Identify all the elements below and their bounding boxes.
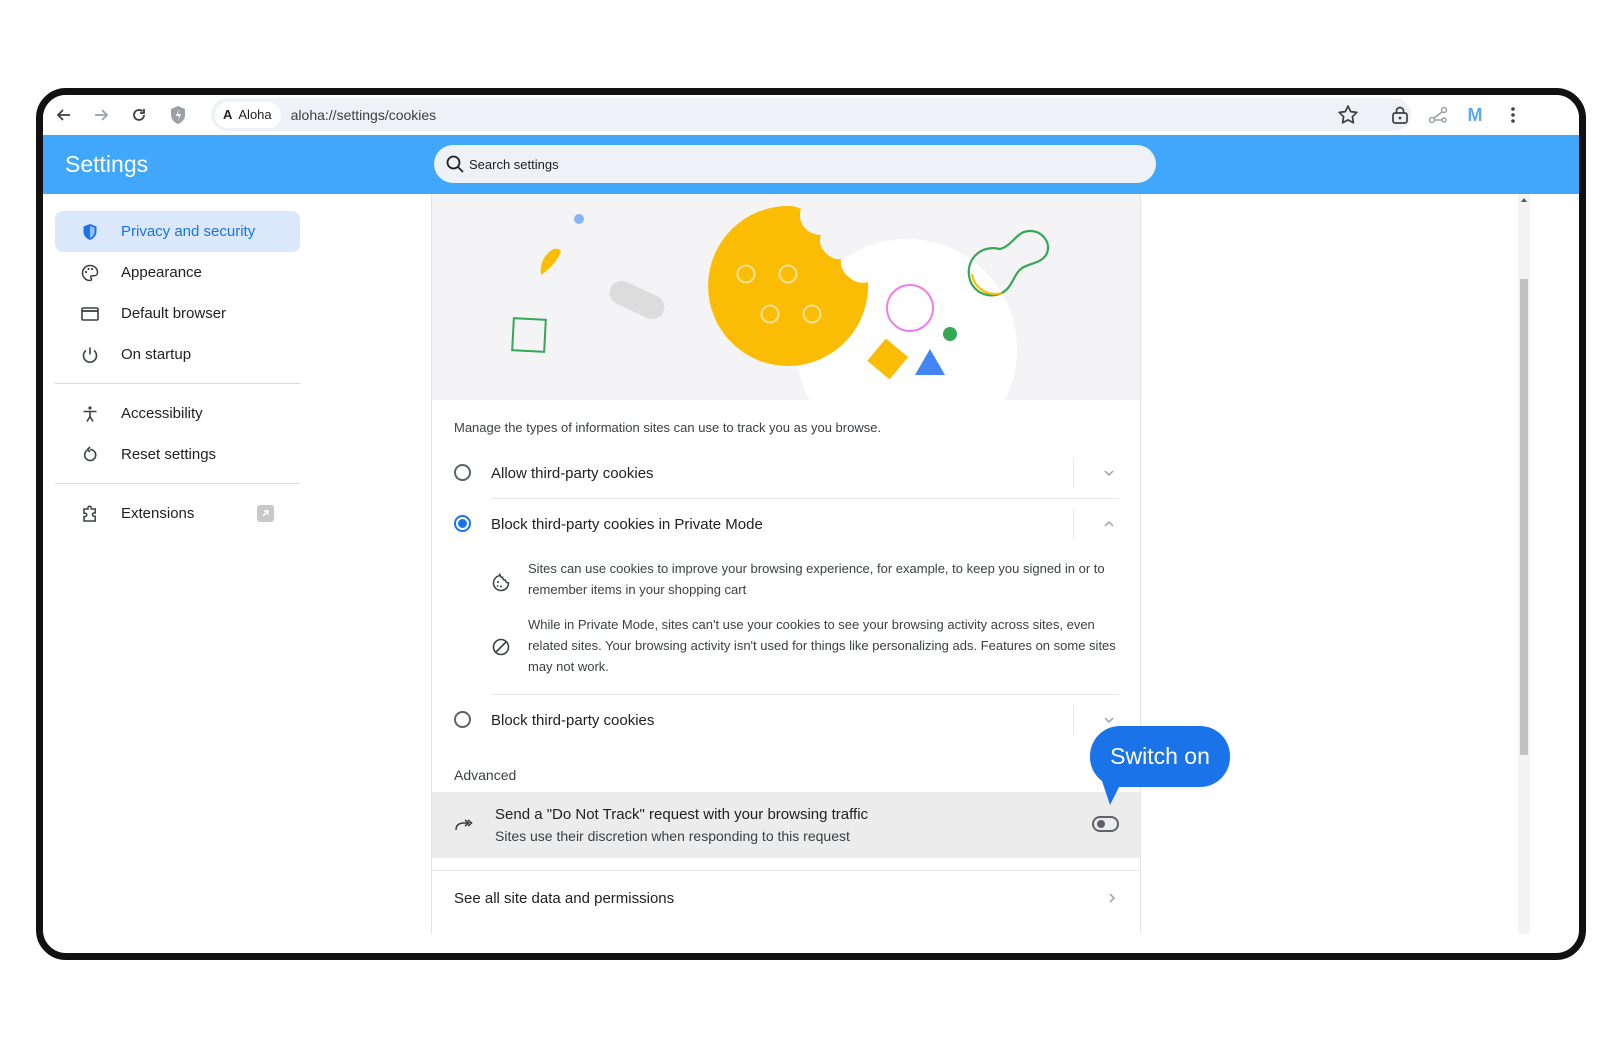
forward-arrows-icon — [455, 819, 473, 831]
shield-bolt-icon[interactable] — [165, 102, 191, 128]
cookies-illustration — [432, 194, 1140, 400]
chevron-down-icon[interactable] — [1103, 714, 1115, 726]
dnt-subtitle: Sites use their discretion when respondi… — [495, 828, 850, 844]
aloha-logo-icon: A — [223, 107, 233, 122]
site-chip-label: Aloha — [238, 107, 272, 122]
sidebar-item-label: Privacy and security — [121, 223, 256, 240]
option-label: Block third-party cookies — [491, 712, 655, 729]
dnt-title: Send a "Do Not Track" request with your … — [495, 806, 869, 823]
chevron-down-icon[interactable] — [1103, 467, 1115, 479]
dnt-toggle[interactable] — [1092, 816, 1119, 832]
settings-header: Settings — [43, 135, 1579, 194]
vpn-network-icon[interactable] — [1425, 102, 1451, 128]
sidebar-item-accessibility[interactable]: Accessibility — [55, 393, 300, 434]
sidebar-item-on-startup[interactable]: On startup — [55, 334, 300, 375]
shield-icon — [80, 222, 100, 242]
divider — [491, 498, 1119, 499]
page-scrollbar[interactable] — [1518, 194, 1530, 934]
search-box[interactable] — [434, 145, 1156, 183]
radio-allow-third-party[interactable] — [454, 464, 471, 481]
bookmark-star-icon[interactable] — [1335, 102, 1361, 128]
divider — [1073, 509, 1074, 539]
sidebar-item-reset[interactable]: Reset settings — [55, 434, 300, 475]
search-icon — [446, 155, 464, 173]
reset-icon — [80, 445, 100, 465]
detail-cookies-usage: Sites can use cookies to improve your br… — [491, 558, 1111, 604]
chevron-right-icon — [1109, 893, 1116, 903]
sidebar-divider — [55, 383, 300, 384]
sidebar-item-label: Default browser — [121, 305, 227, 322]
option-block-third-party[interactable]: Block third-party cookies — [432, 703, 1140, 749]
external-link-icon[interactable] — [257, 505, 274, 522]
callout-pointer — [1102, 781, 1122, 805]
search-input[interactable] — [469, 156, 1069, 172]
cookies-description: Manage the types of information sites ca… — [454, 420, 882, 435]
profile-avatar[interactable]: M — [1462, 102, 1488, 128]
puzzle-icon — [80, 504, 100, 524]
browser-toolbar: A Aloha aloha://settings/cookies M — [43, 95, 1579, 135]
browser-window: A Aloha aloha://settings/cookies M Setti… — [36, 88, 1586, 960]
sidebar-divider — [55, 483, 300, 484]
do-not-track-row[interactable]: Send a "Do Not Track" request with your … — [432, 792, 1140, 858]
sidebar-item-label: Accessibility — [121, 405, 203, 422]
sidebar-item-privacy[interactable]: Privacy and security — [55, 211, 300, 252]
option-label: Block third-party cookies in Private Mod… — [491, 516, 763, 533]
cookie-icon — [492, 573, 510, 592]
see-all-site-data-row[interactable]: See all site data and permissions — [432, 870, 1140, 924]
site-info-chip[interactable]: A Aloha — [215, 101, 281, 128]
see-all-label: See all site data and permissions — [454, 890, 675, 907]
browser-window-icon — [80, 304, 100, 324]
sidebar-item-extensions[interactable]: Extensions — [55, 493, 300, 534]
radio-block-private-mode[interactable] — [454, 515, 471, 532]
detail-text: Sites can use cookies to improve your br… — [528, 561, 1105, 597]
sidebar-item-default-browser[interactable]: Default browser — [55, 293, 300, 334]
sidebar-item-label: On startup — [121, 346, 192, 363]
power-icon — [80, 345, 100, 365]
option-label: Allow third-party cookies — [491, 465, 654, 482]
address-bar[interactable]: A Aloha aloha://settings/cookies — [211, 98, 1411, 131]
reload-icon[interactable] — [126, 102, 152, 128]
detail-text: While in Private Mode, sites can't use y… — [528, 617, 1116, 674]
divider — [1073, 705, 1074, 735]
sidebar-item-label: Extensions — [121, 505, 195, 522]
divider — [1073, 458, 1074, 488]
lock-bag-icon[interactable] — [1387, 102, 1413, 128]
palette-icon — [80, 263, 100, 283]
scroll-thumb[interactable] — [1520, 279, 1528, 755]
switch-on-callout: Switch on — [1090, 726, 1230, 787]
url-text[interactable]: aloha://settings/cookies — [291, 107, 437, 123]
radio-block-third-party[interactable] — [454, 711, 471, 728]
accessibility-icon — [80, 404, 100, 424]
sidebar-item-appearance[interactable]: Appearance — [55, 252, 300, 293]
advanced-heading: Advanced — [454, 767, 517, 783]
back-arrow-icon[interactable] — [51, 102, 77, 128]
detail-private-mode: While in Private Mode, sites can't use y… — [491, 614, 1116, 680]
settings-sidebar: Privacy and security Appearance Default … — [55, 211, 300, 534]
more-menu-icon[interactable] — [1500, 102, 1526, 128]
block-icon — [492, 638, 510, 656]
sidebar-item-label: Reset settings — [121, 446, 217, 463]
option-block-private-mode[interactable]: Block third-party cookies in Private Mod… — [432, 507, 1140, 553]
option-allow-third-party[interactable]: Allow third-party cookies — [432, 456, 1140, 502]
divider — [491, 694, 1119, 695]
scroll-up-arrow-icon[interactable] — [1521, 198, 1527, 202]
cookies-settings-card: Manage the types of information sites ca… — [431, 194, 1141, 934]
page-title: Settings — [65, 151, 149, 177]
chevron-up-icon[interactable] — [1103, 518, 1115, 530]
forward-arrow-icon[interactable] — [88, 102, 114, 128]
sidebar-item-label: Appearance — [121, 264, 202, 281]
